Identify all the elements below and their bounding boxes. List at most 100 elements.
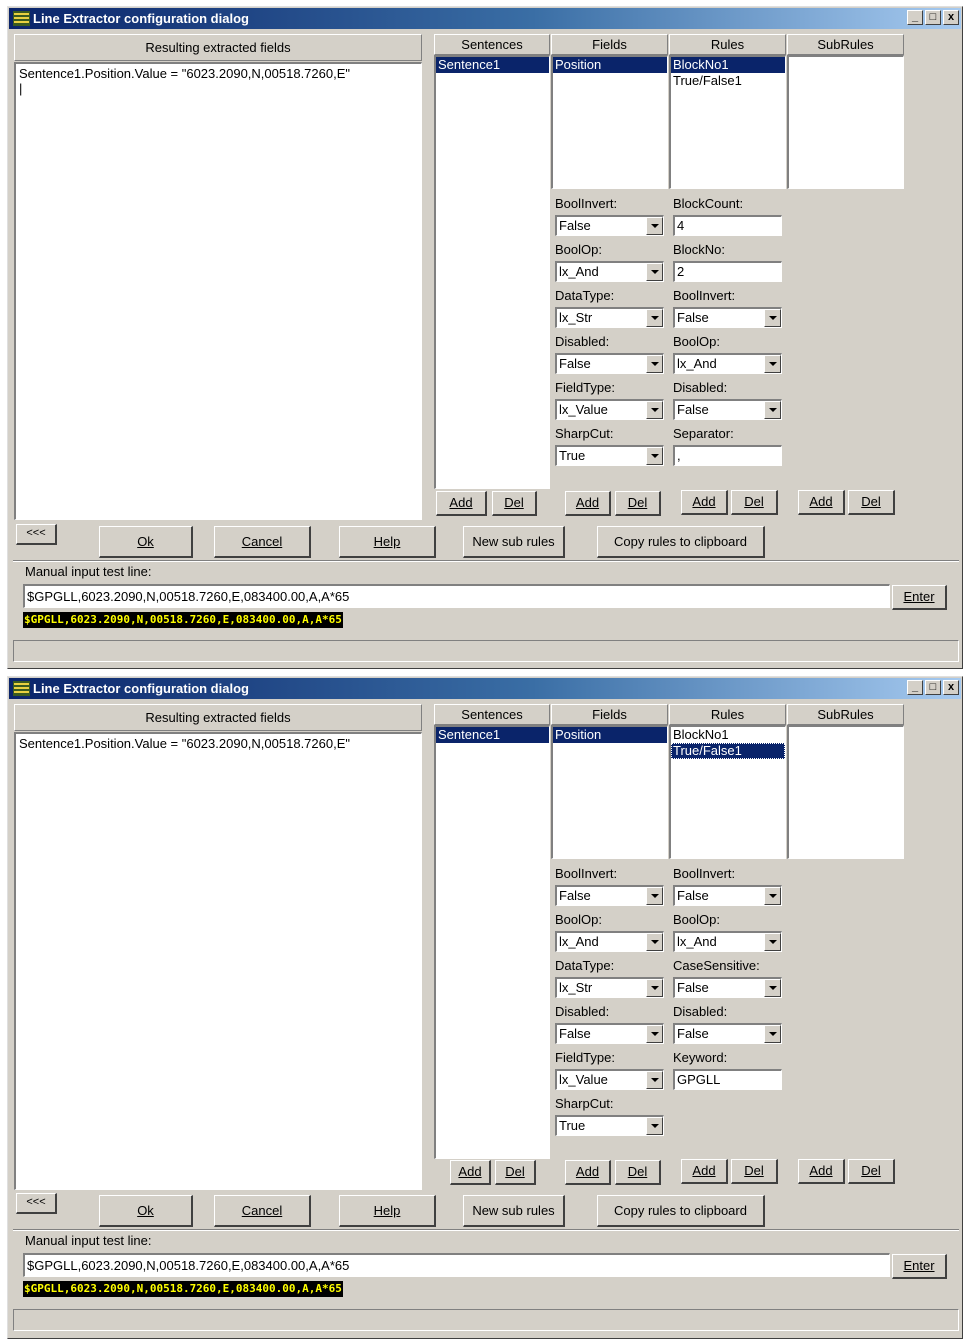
fields-add-button[interactable]: Add bbox=[565, 1160, 611, 1185]
field-prop-sharpcut-select[interactable]: True bbox=[555, 445, 664, 466]
sentences-list[interactable]: Sentence1 bbox=[434, 55, 550, 489]
minimize-button[interactable]: _ bbox=[907, 10, 923, 25]
rule-prop-disabled-select[interactable]: False bbox=[673, 399, 782, 420]
back-button[interactable]: <<< bbox=[16, 524, 57, 545]
chevron-down-icon[interactable] bbox=[646, 1025, 663, 1043]
close-button[interactable]: x bbox=[943, 680, 959, 695]
rule-prop-disabled-select[interactable]: False bbox=[673, 1023, 782, 1044]
test-line-input[interactable]: $GPGLL,6023.2090,N,00518.7260,E,083400.0… bbox=[23, 584, 890, 608]
rule-prop-casesensitive-select[interactable]: False bbox=[673, 977, 782, 998]
rules-list[interactable]: BlockNo1 True/False1 bbox=[669, 725, 786, 859]
chevron-down-icon[interactable] bbox=[646, 217, 663, 235]
sentences-del-button[interactable]: Del bbox=[495, 1160, 536, 1185]
rule-prop-blockno-input[interactable]: 2 bbox=[673, 261, 782, 282]
field-item[interactable]: Position bbox=[553, 727, 667, 743]
field-prop-fieldtype-select[interactable]: lx_Value bbox=[555, 399, 664, 420]
col-header-subrules[interactable]: SubRules bbox=[787, 704, 904, 725]
cancel-button[interactable]: Cancel bbox=[214, 526, 311, 558]
chevron-down-icon[interactable] bbox=[764, 401, 781, 419]
field-item[interactable]: Position bbox=[553, 57, 667, 73]
sentences-del-button[interactable]: Del bbox=[492, 491, 537, 516]
help-button[interactable]: Help bbox=[339, 526, 436, 558]
chevron-down-icon[interactable] bbox=[764, 309, 781, 327]
col-header-rules[interactable]: Rules bbox=[669, 704, 786, 725]
ok-button[interactable]: Ok bbox=[99, 1195, 193, 1227]
sentence-item[interactable]: Sentence1 bbox=[436, 727, 549, 743]
field-prop-disabled-select[interactable]: False bbox=[555, 353, 664, 374]
field-prop-boolop-select[interactable]: lx_And bbox=[555, 261, 664, 282]
rules-add-button[interactable]: Add bbox=[681, 490, 728, 515]
sentences-add-button[interactable]: Add bbox=[436, 491, 487, 516]
chevron-down-icon[interactable] bbox=[764, 979, 781, 997]
rule-item-blockno1[interactable]: BlockNo1 bbox=[671, 57, 785, 73]
maximize-button[interactable]: □ bbox=[925, 10, 941, 25]
cancel-button[interactable]: Cancel bbox=[214, 1195, 311, 1227]
ok-button[interactable]: Ok bbox=[99, 526, 193, 558]
rule-prop-boolop-select[interactable]: lx_And bbox=[673, 353, 782, 374]
col-header-fields[interactable]: Fields bbox=[551, 704, 668, 725]
new-sub-rules-button[interactable]: New sub rules bbox=[463, 1195, 565, 1227]
rules-del-button[interactable]: Del bbox=[731, 490, 778, 515]
col-header-sentences[interactable]: Sentences bbox=[434, 704, 550, 725]
fields-del-button[interactable]: Del bbox=[615, 491, 661, 516]
test-line-input[interactable]: $GPGLL,6023.2090,N,00518.7260,E,083400.0… bbox=[23, 1253, 890, 1277]
rules-list[interactable]: BlockNo1 True/False1 bbox=[669, 55, 786, 189]
help-button[interactable]: Help bbox=[339, 1195, 436, 1227]
rules-add-button[interactable]: Add bbox=[681, 1159, 728, 1184]
rule-item-truefalse1[interactable]: True/False1 bbox=[671, 743, 785, 759]
close-button[interactable]: x bbox=[943, 10, 959, 25]
rule-prop-separator-input[interactable]: , bbox=[673, 445, 782, 466]
chevron-down-icon[interactable] bbox=[764, 887, 781, 905]
rule-prop-boolinvert-select[interactable]: False bbox=[673, 885, 782, 906]
chevron-down-icon[interactable] bbox=[646, 401, 663, 419]
chevron-down-icon[interactable] bbox=[764, 933, 781, 951]
chevron-down-icon[interactable] bbox=[646, 309, 663, 327]
rule-prop-boolop-select[interactable]: lx_And bbox=[673, 931, 782, 952]
chevron-down-icon[interactable] bbox=[764, 355, 781, 373]
results-textarea[interactable]: Sentence1.Position.Value = "6023.2090,N,… bbox=[14, 732, 422, 1190]
chevron-down-icon[interactable] bbox=[646, 1117, 663, 1135]
field-prop-boolinvert-select[interactable]: False bbox=[555, 215, 664, 236]
chevron-down-icon[interactable] bbox=[646, 979, 663, 997]
chevron-down-icon[interactable] bbox=[646, 1071, 663, 1089]
rule-prop-boolinvert-select[interactable]: False bbox=[673, 307, 782, 328]
col-header-fields[interactable]: Fields bbox=[551, 34, 668, 55]
title-bar[interactable]: Line Extractor configuration dialog _ □ … bbox=[9, 8, 961, 29]
field-prop-boolinvert-select[interactable]: False bbox=[555, 885, 664, 906]
rules-del-button[interactable]: Del bbox=[731, 1159, 778, 1184]
field-prop-disabled-select[interactable]: False bbox=[555, 1023, 664, 1044]
field-prop-datatype-select[interactable]: lx_Str bbox=[555, 307, 664, 328]
fields-add-button[interactable]: Add bbox=[565, 491, 611, 516]
sentence-item[interactable]: Sentence1 bbox=[436, 57, 549, 73]
copy-rules-button[interactable]: Copy rules to clipboard bbox=[597, 526, 765, 558]
fields-del-button[interactable]: Del bbox=[615, 1160, 661, 1185]
subrules-del-button[interactable]: Del bbox=[848, 1159, 895, 1184]
rule-prop-blockcount-input[interactable]: 4 bbox=[673, 215, 782, 236]
results-textarea[interactable]: Sentence1.Position.Value = "6023.2090,N,… bbox=[14, 62, 422, 520]
enter-button[interactable]: Enter bbox=[892, 585, 947, 610]
chevron-down-icon[interactable] bbox=[646, 447, 663, 465]
col-header-subrules[interactable]: SubRules bbox=[787, 34, 904, 55]
enter-button[interactable]: Enter bbox=[892, 1254, 947, 1279]
new-sub-rules-button[interactable]: New sub rules bbox=[463, 526, 565, 558]
subrules-add-button[interactable]: Add bbox=[798, 490, 845, 515]
chevron-down-icon[interactable] bbox=[646, 263, 663, 281]
chevron-down-icon[interactable] bbox=[646, 933, 663, 951]
minimize-button[interactable]: _ bbox=[907, 680, 923, 695]
maximize-button[interactable]: □ bbox=[925, 680, 941, 695]
sentences-list[interactable]: Sentence1 bbox=[434, 725, 550, 1159]
subrules-del-button[interactable]: Del bbox=[848, 490, 895, 515]
copy-rules-button[interactable]: Copy rules to clipboard bbox=[597, 1195, 765, 1227]
subrules-add-button[interactable]: Add bbox=[798, 1159, 845, 1184]
chevron-down-icon[interactable] bbox=[646, 355, 663, 373]
rule-prop-keyword-input[interactable]: GPGLL bbox=[673, 1069, 782, 1090]
subrules-list[interactable] bbox=[787, 725, 904, 859]
chevron-down-icon[interactable] bbox=[646, 887, 663, 905]
field-prop-sharpcut-select[interactable]: True bbox=[555, 1115, 664, 1136]
rule-item-blockno1[interactable]: BlockNo1 bbox=[671, 727, 785, 743]
back-button[interactable]: <<< bbox=[16, 1193, 57, 1214]
fields-list[interactable]: Position bbox=[551, 725, 668, 859]
col-header-rules[interactable]: Rules bbox=[669, 34, 786, 55]
chevron-down-icon[interactable] bbox=[764, 1025, 781, 1043]
field-prop-datatype-select[interactable]: lx_Str bbox=[555, 977, 664, 998]
